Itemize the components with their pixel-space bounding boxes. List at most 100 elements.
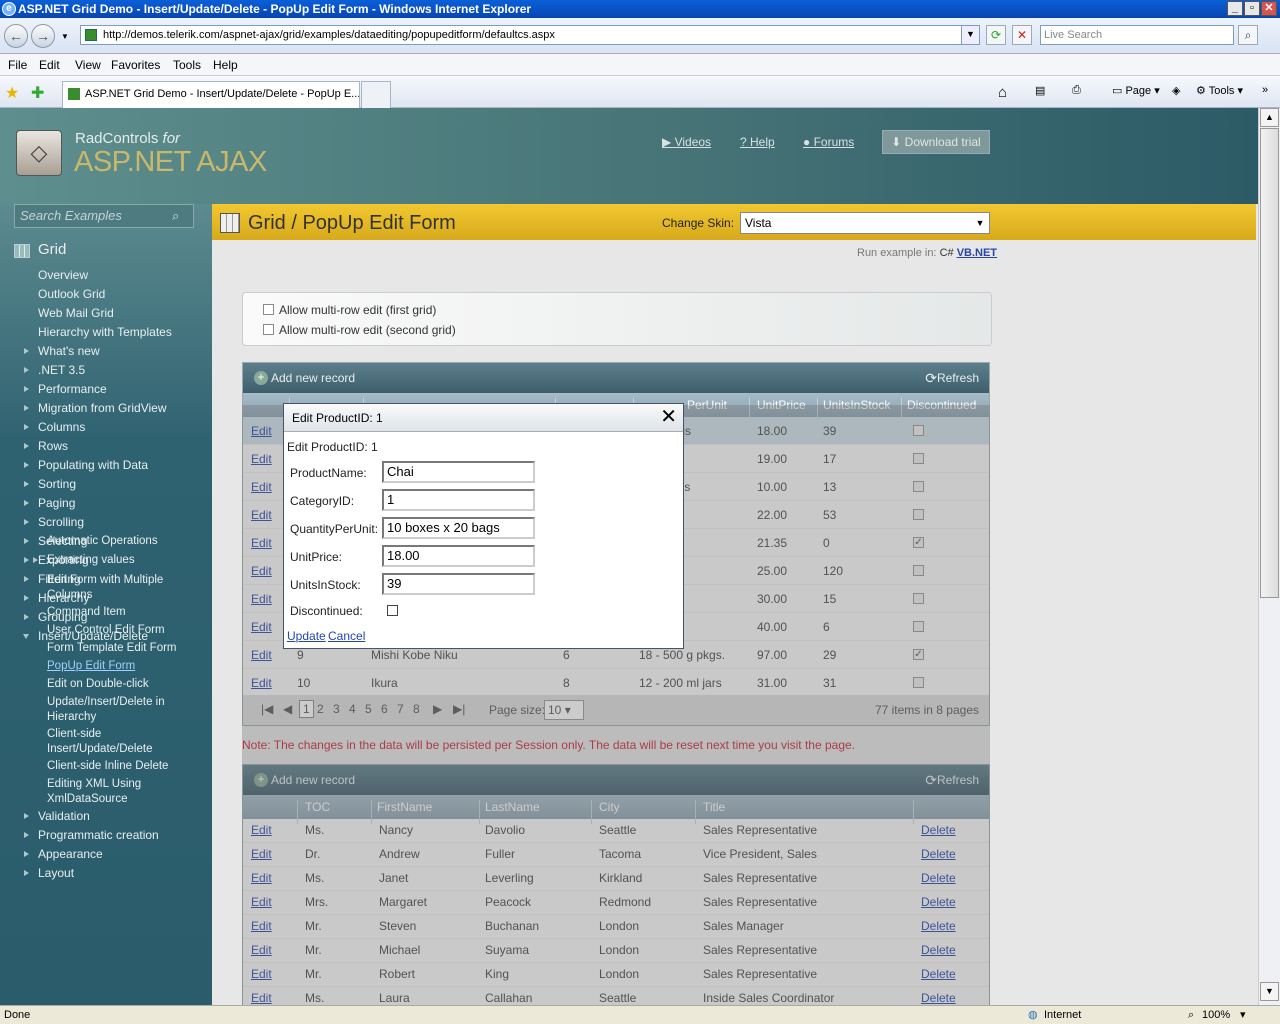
status-bar: Done ◍ Internet ⌕ 100% ▾ [0, 1005, 1280, 1024]
live-search-input[interactable]: Live Search [1040, 25, 1234, 45]
scroll-up-icon[interactable]: ▲ [1260, 108, 1279, 127]
sidebar-item[interactable]: Layout [23, 866, 74, 880]
home-icon[interactable]: ⌂ [998, 84, 1007, 101]
sidebar-item[interactable]: What's new [24, 344, 100, 358]
zoom-dropdown-icon[interactable]: ▾ [1240, 1006, 1246, 1024]
categoryid-input[interactable]: 1 [382, 489, 535, 511]
back-icon[interactable]: ← [4, 24, 28, 48]
add-new-record-button[interactable]: Add new record [271, 371, 355, 385]
refresh-button[interactable]: Refresh [937, 371, 979, 385]
label-discontinued: Discontinued: [290, 604, 363, 618]
multirow-first-label: Allow multi-row edit (first grid) [279, 303, 437, 317]
sidebar-root-grid[interactable]: Grid [38, 241, 66, 258]
menu-favorites[interactable]: Favorites [111, 58, 160, 72]
run-vbnet-link[interactable]: VB.NET [957, 247, 997, 259]
search-icon[interactable]: ⌕ [172, 208, 179, 224]
stop-icon[interactable]: ✕ [1012, 25, 1032, 45]
address-dropdown-icon[interactable]: ▼ [961, 26, 979, 44]
popup-header[interactable]: Edit ProductID: 1 ✕ [284, 404, 683, 432]
sidebar-item[interactable]: Programmatic creation [24, 828, 159, 842]
scroll-thumb[interactable] [1260, 128, 1279, 598]
menu-view[interactable]: View [75, 58, 101, 72]
add-favorite-icon[interactable]: ✚ [31, 83, 44, 103]
more-commands-icon[interactable]: » [1262, 84, 1268, 96]
unitsinstock-input[interactable]: 39 [382, 573, 535, 595]
sidebar-item[interactable]: Columns [23, 420, 85, 434]
add-icon[interactable]: + [254, 371, 268, 385]
menu-edit[interactable]: Edit [39, 58, 60, 72]
sidebar-subitem[interactable]: Update/Insert/Delete in Hierarchy [47, 695, 197, 725]
page-scrollbar[interactable]: ▲ ▼ [1258, 108, 1280, 1005]
minimize-button[interactable]: _ [1227, 1, 1243, 16]
sidebar-item[interactable]: Rows [23, 439, 68, 453]
refresh-icon[interactable]: ⟳ [925, 370, 937, 387]
research-icon[interactable]: ◈ [1172, 84, 1180, 97]
sidebar-subitem[interactable]: Extracting values [33, 553, 197, 568]
site-header: ◇ RadControls for ASP.NET AJAX ▶ Videos … [0, 108, 1258, 204]
search-examples-input[interactable]: Search Examples [14, 204, 194, 228]
run-cs: C# [939, 247, 954, 259]
edit-popup: Edit ProductID: 1 ✕ Edit ProductID: 1 Pro… [283, 403, 684, 649]
tab-current[interactable]: ASP.NET Grid Demo - Insert/Update/Delete… [62, 81, 360, 108]
page-menu[interactable]: ▭ Page ▾ [1112, 84, 1160, 97]
sidebar-subitem[interactable]: Automatic Operations [47, 534, 197, 549]
sidebar-item[interactable]: Populating with Data [23, 458, 148, 472]
sidebar-item[interactable]: Appearance [24, 847, 103, 861]
refresh-icon[interactable]: ⟳ [986, 25, 1006, 45]
favorites-star-icon[interactable]: ★ [5, 83, 19, 103]
window-title: ASP.NET Grid Demo - Insert/Update/Delete… [18, 2, 532, 16]
sidebar-subitem[interactable]: Command Item [47, 605, 197, 620]
history-dropdown-icon[interactable]: ▼ [61, 32, 69, 41]
menu-tools[interactable]: Tools [173, 58, 201, 72]
sidebar-subitem[interactable]: User Control Edit Form [47, 623, 197, 638]
feeds-icon[interactable]: ▤ [1035, 84, 1045, 97]
sidebar-item[interactable]: Paging [23, 496, 75, 510]
menu-help[interactable]: Help [213, 58, 238, 72]
zoom-icon[interactable]: ⌕ [1188, 1006, 1194, 1024]
tools-menu[interactable]: ⚙ Tools ▾ [1196, 84, 1243, 97]
sidebar-item[interactable]: Outlook Grid [38, 287, 105, 301]
skin-select[interactable]: Vista ▼ [740, 212, 990, 234]
telerik-logo: ◇ [16, 130, 62, 176]
forums-link[interactable]: ● Forums [803, 135, 854, 149]
sidebar-item[interactable]: Migration from GridView [23, 401, 166, 415]
sidebar-subitem[interactable]: Client-side Inline Delete [47, 759, 197, 774]
new-tab-button[interactable] [361, 81, 391, 108]
videos-link[interactable]: ▶ Videos [662, 135, 711, 149]
forward-icon[interactable]: → [31, 24, 55, 48]
maximize-button[interactable]: ▫ [1244, 1, 1260, 16]
menu-file[interactable]: File [8, 58, 27, 72]
quantityperunit-input[interactable]: 10 boxes x 20 bags [382, 517, 535, 539]
download-trial-button[interactable]: ⬇ Download trial [882, 130, 990, 154]
sidebar-item[interactable]: Scrolling [23, 515, 84, 529]
productname-input[interactable]: Chai [382, 461, 535, 483]
sidebar-item[interactable]: Hierarchy with Templates [38, 325, 172, 339]
cancel-link[interactable]: Cancel [328, 629, 365, 643]
address-bar[interactable]: http://demos.telerik.com/aspnet-ajax/gri… [80, 25, 980, 45]
sidebar-subitem[interactable]: Editing XML Using XmlDataSource [47, 777, 197, 807]
sidebar-item[interactable]: Validation [24, 809, 90, 823]
sidebar-item[interactable]: Web Mail Grid [38, 306, 114, 320]
sidebar-item[interactable]: Overview [38, 268, 88, 282]
close-icon[interactable]: ✕ [660, 407, 677, 427]
print-icon[interactable]: ⎙ [1072, 84, 1081, 97]
update-link[interactable]: Update [287, 629, 326, 643]
search-icon[interactable]: ⌕ [1238, 25, 1258, 45]
sidebar-subitem[interactable]: Client-side Insert/Update/Delete [47, 727, 197, 757]
grid-icon [14, 244, 30, 258]
zoom-level[interactable]: 100% [1202, 1006, 1230, 1024]
help-link[interactable]: ? Help [740, 135, 775, 149]
sidebar-subitem[interactable]: Edit on Double-click [47, 677, 197, 692]
sidebar-item[interactable]: Sorting [23, 477, 76, 491]
close-button[interactable]: ✕ [1261, 1, 1277, 16]
sidebar-subitem[interactable]: PopUp Edit Form [47, 659, 197, 674]
multirow-second-checkbox[interactable] [263, 324, 274, 335]
sidebar-subitem[interactable]: Edit Form with Multiple Columns [47, 573, 197, 603]
sidebar-subitem[interactable]: Form Template Edit Form [47, 641, 197, 656]
sidebar-item[interactable]: .NET 3.5 [23, 363, 85, 377]
unitprice-input[interactable]: 18.00 [382, 545, 535, 567]
scroll-down-icon[interactable]: ▼ [1260, 982, 1279, 1001]
sidebar-item[interactable]: Performance [24, 382, 107, 396]
discontinued-checkbox[interactable] [387, 605, 398, 616]
multirow-first-checkbox[interactable] [263, 304, 274, 315]
